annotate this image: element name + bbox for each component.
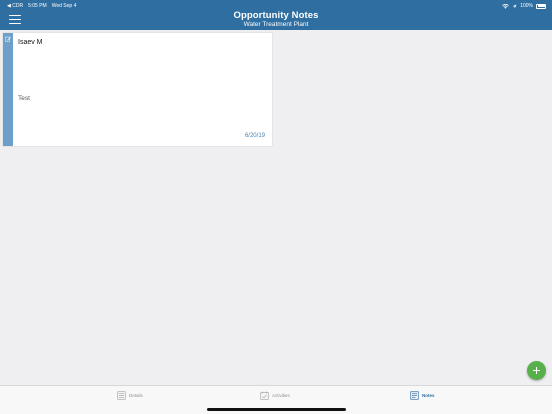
back-to-app-link[interactable]: ◀ CDR — [7, 3, 23, 9]
tab-activities[interactable]: Activities — [260, 391, 290, 400]
home-indicator[interactable] — [207, 408, 346, 411]
status-bar-left: ◀ CDR 5:05 PM Wed Sep 4 — [7, 3, 76, 9]
tab-notes[interactable]: Notes — [410, 391, 435, 400]
tab-activities-label: Activities — [272, 393, 290, 398]
notes-icon — [410, 391, 419, 400]
edit-icon[interactable] — [5, 36, 11, 42]
status-time: 5:05 PM — [28, 3, 47, 9]
note-card-strip — [3, 33, 13, 146]
note-date: 6/20/19 — [244, 133, 265, 139]
app-header: ◀ CDR 5:05 PM Wed Sep 4 100% Opportunity… — [0, 0, 552, 30]
add-note-button[interactable] — [527, 361, 546, 380]
status-bar-right: 100% — [502, 3, 546, 9]
activities-icon — [260, 391, 269, 400]
note-card[interactable]: Isaev M Test 6/20/19 — [3, 33, 272, 146]
location-icon — [512, 4, 517, 8]
note-body: Test — [18, 95, 30, 102]
tab-details[interactable]: Details — [117, 391, 143, 400]
details-icon — [117, 391, 126, 400]
battery-icon — [536, 3, 546, 9]
status-date: Wed Sep 4 — [51, 3, 77, 9]
tab-details-label: Details — [129, 393, 143, 398]
battery-percent: 100% — [520, 3, 533, 9]
tab-notes-label: Notes — [422, 393, 435, 398]
page-subtitle: Water Treatment Plant — [243, 20, 309, 28]
page-title: Opportunity Notes — [233, 10, 319, 21]
note-author: Isaev M — [18, 39, 43, 46]
wifi-icon — [502, 3, 510, 9]
